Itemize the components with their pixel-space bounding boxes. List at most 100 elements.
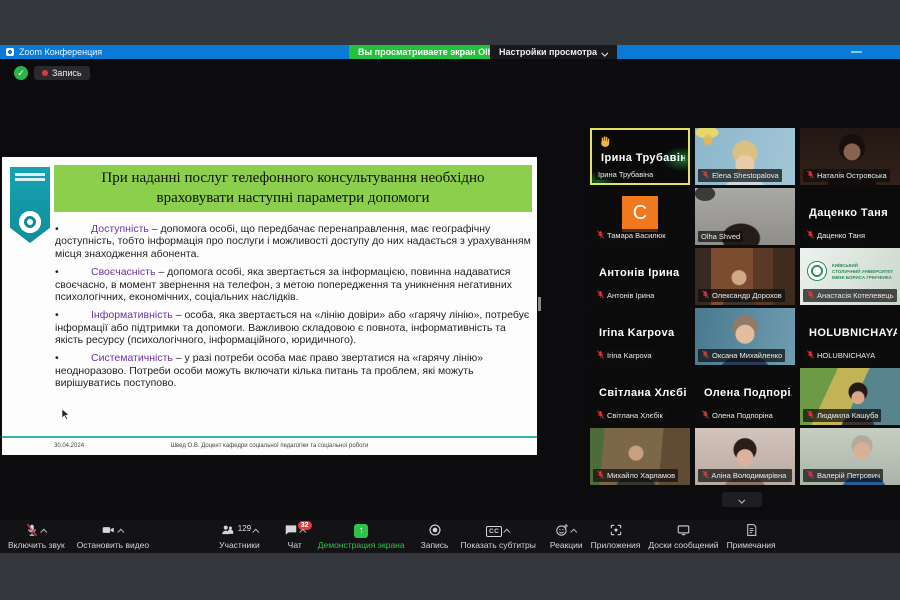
participant-tile[interactable]: HOLUBNICHAYAHOLUBNICHAYA	[800, 308, 900, 365]
participant-tile[interactable]: Ірина ТрубавінаІрина Трубавіна	[590, 128, 690, 185]
participant-name-text: Наталія Островська	[817, 171, 887, 180]
toolbar-item-label: Включить звук	[8, 540, 65, 550]
participant-tile[interactable]: Наталія Островська	[800, 128, 900, 185]
slide-bullet: •Систематичність – у разі потреби особа …	[55, 352, 535, 389]
participant-tile[interactable]: Валерій Петрович	[800, 428, 900, 485]
participant-tile[interactable]: КИЇВСЬКИЙСТОЛИЧНИЙ УНІВЕРСИТЕТІМЕНІ БОРИ…	[800, 248, 900, 305]
participant-tile[interactable]: Михайло Харламов	[590, 428, 690, 485]
participant-tile[interactable]: Аліна Володимирівна ...	[695, 428, 795, 485]
toolbar-item-label: Чат	[288, 540, 302, 550]
participant-name-label: Людмила Кашуба	[803, 409, 881, 422]
board-icon	[676, 523, 691, 540]
smiley-icon	[555, 523, 569, 540]
recording-indicator[interactable]: Запись	[34, 66, 90, 80]
toolbar-boards-button[interactable]: Доски сообщений	[648, 523, 718, 550]
bullet-dot: •	[55, 266, 59, 278]
slide-footer-line	[2, 436, 537, 438]
participant-tile[interactable]: Світлана ХлєбікСвітлана Хлєбік	[590, 368, 690, 425]
recording-label: Запись	[52, 68, 82, 78]
participant-name-label: Антонів Ірина	[593, 289, 657, 302]
participant-name-label: Олександр Дорохов	[698, 289, 785, 302]
participant-name-text: Валерій Петрович	[817, 471, 880, 480]
muted-mic-icon	[701, 470, 709, 481]
toolbar-unmute-button[interactable]: Включить звук	[8, 523, 65, 550]
participant-name-label: Наталія Островська	[803, 169, 890, 182]
toolbar-apps-button[interactable]: Приложения	[591, 523, 641, 550]
apps-icon	[609, 523, 623, 540]
view-settings-label: Настройки просмотра	[499, 47, 597, 57]
toolbar-reactions-button[interactable]: Реакции	[550, 523, 583, 550]
participant-name-text: Оксана Михайленко	[712, 351, 782, 360]
participant-name-label: Світлана Хлєбік	[593, 409, 666, 422]
slide-credit: Швед О.В. Доцент кафедри соціальної педа…	[2, 443, 537, 449]
participant-tile[interactable]: CТамара Василюк	[590, 188, 690, 245]
zoom-logo-icon	[6, 48, 14, 56]
toolbar-share-button[interactable]: ↑Демонстрация экрана	[318, 523, 405, 550]
muted-mic-icon	[701, 350, 710, 361]
participant-tile[interactable]: Elena Shestopalova	[695, 128, 795, 185]
view-settings-button[interactable]: Настройки просмотра	[490, 45, 617, 59]
security-shield-icon[interactable]: ✓	[14, 66, 28, 80]
toolbar-captions-button[interactable]: CCПоказать субтитры	[460, 523, 535, 550]
participant-name-text: Irina Karpova	[607, 351, 652, 360]
muted-mic-icon	[596, 470, 605, 481]
toolbar-participants-button[interactable]: 129Участники	[219, 523, 260, 550]
participant-name-text: Михайло Харламов	[607, 471, 675, 480]
participant-name-label: Ірина Трубавіна	[595, 169, 656, 180]
record-icon	[428, 523, 442, 540]
participant-tile[interactable]: Irina Karpova Irina Karpova	[590, 308, 690, 365]
gallery-scroll-down-button[interactable]	[722, 492, 762, 507]
minimize-icon[interactable]	[851, 51, 862, 53]
participant-tile[interactable]: Людмила Кашуба	[800, 368, 900, 425]
university-logo-line: ІМЕНІ БОРИСА ГРІНЧЕНКА	[832, 275, 893, 280]
slide-bullet: •Інформативність – особа, яка звертаєтьс…	[55, 309, 535, 346]
toolbar-chat-button[interactable]: 32Чат	[284, 523, 306, 550]
mouse-cursor-icon	[62, 409, 70, 420]
chevron-up-icon[interactable]	[118, 528, 125, 535]
chevron-up-icon[interactable]	[571, 528, 578, 535]
participant-name-text: Elena Shestopalova	[712, 171, 779, 180]
participant-tile[interactable]: Оксана Михайленко	[695, 308, 795, 365]
muted-mic-icon	[596, 410, 605, 421]
participant-tile[interactable]: Олена Подпорі...Олена Подпоріна	[695, 368, 795, 425]
participant-display-name: Irina Karpova	[599, 327, 687, 339]
bullet-term: Своєчасність	[91, 266, 155, 278]
participant-name-label: Тамара Василюк	[593, 229, 669, 242]
share-gallery-resize-handle[interactable]	[538, 297, 541, 311]
participant-tile[interactable]: Даценко ТаняДаценко Таня	[800, 188, 900, 245]
toolbar-item-label: Запись	[421, 540, 449, 550]
muted-mic-icon	[701, 410, 710, 421]
desktop-background: Zoom Конференция Вы просматриваете экран…	[0, 0, 900, 600]
notes-icon	[745, 523, 758, 540]
chevron-up-icon[interactable]	[41, 528, 48, 535]
meeting-main-area: ✓ Запись При наданні послуг телефонного …	[0, 59, 900, 520]
muted-mic-icon	[596, 290, 605, 301]
chevron-up-icon[interactable]	[503, 528, 510, 535]
toolbar-item-label: Доски сообщений	[648, 540, 718, 550]
recording-dot-icon	[42, 70, 48, 76]
participants-icon	[220, 523, 235, 540]
participant-tile[interactable]: Olha Shved	[695, 188, 795, 245]
bullet-dot: •	[55, 309, 59, 321]
chat-unread-badge: 32	[298, 521, 312, 530]
participant-name-text: Світлана Хлєбік	[607, 411, 663, 420]
toolbar-record-button[interactable]: Запись	[421, 523, 449, 550]
participant-display-name: Антонів Ірина	[599, 267, 687, 279]
participant-name-text: Анастасія Котелевець	[817, 291, 894, 300]
participant-name-label: Olha Shved	[698, 231, 743, 242]
toolbar-item-label: Примечания	[727, 540, 776, 550]
chevron-up-icon[interactable]	[252, 528, 259, 535]
participant-tile[interactable]: Антонів Ірина Антонів Ірина	[590, 248, 690, 305]
participant-name-text: Olha Shved	[701, 232, 740, 241]
zoom-meeting-window: Zoom Конференция Вы просматриваете экран…	[0, 45, 900, 553]
participant-tile[interactable]: Олександр Дорохов	[695, 248, 795, 305]
bullet-dot: •	[55, 352, 59, 364]
muted-mic-icon	[701, 170, 710, 181]
logo-emblem-icon	[17, 209, 43, 235]
participant-name-label: Валерій Петрович	[803, 469, 883, 482]
toolbar-item-label: Участники	[219, 540, 260, 550]
participant-name-label: Оксана Михайленко	[698, 349, 785, 362]
participant-name-text: Даценко Таня	[817, 231, 865, 240]
toolbar-notes-button[interactable]: Примечания	[727, 523, 776, 550]
toolbar-stop-video-button[interactable]: Остановить видео	[77, 523, 149, 550]
